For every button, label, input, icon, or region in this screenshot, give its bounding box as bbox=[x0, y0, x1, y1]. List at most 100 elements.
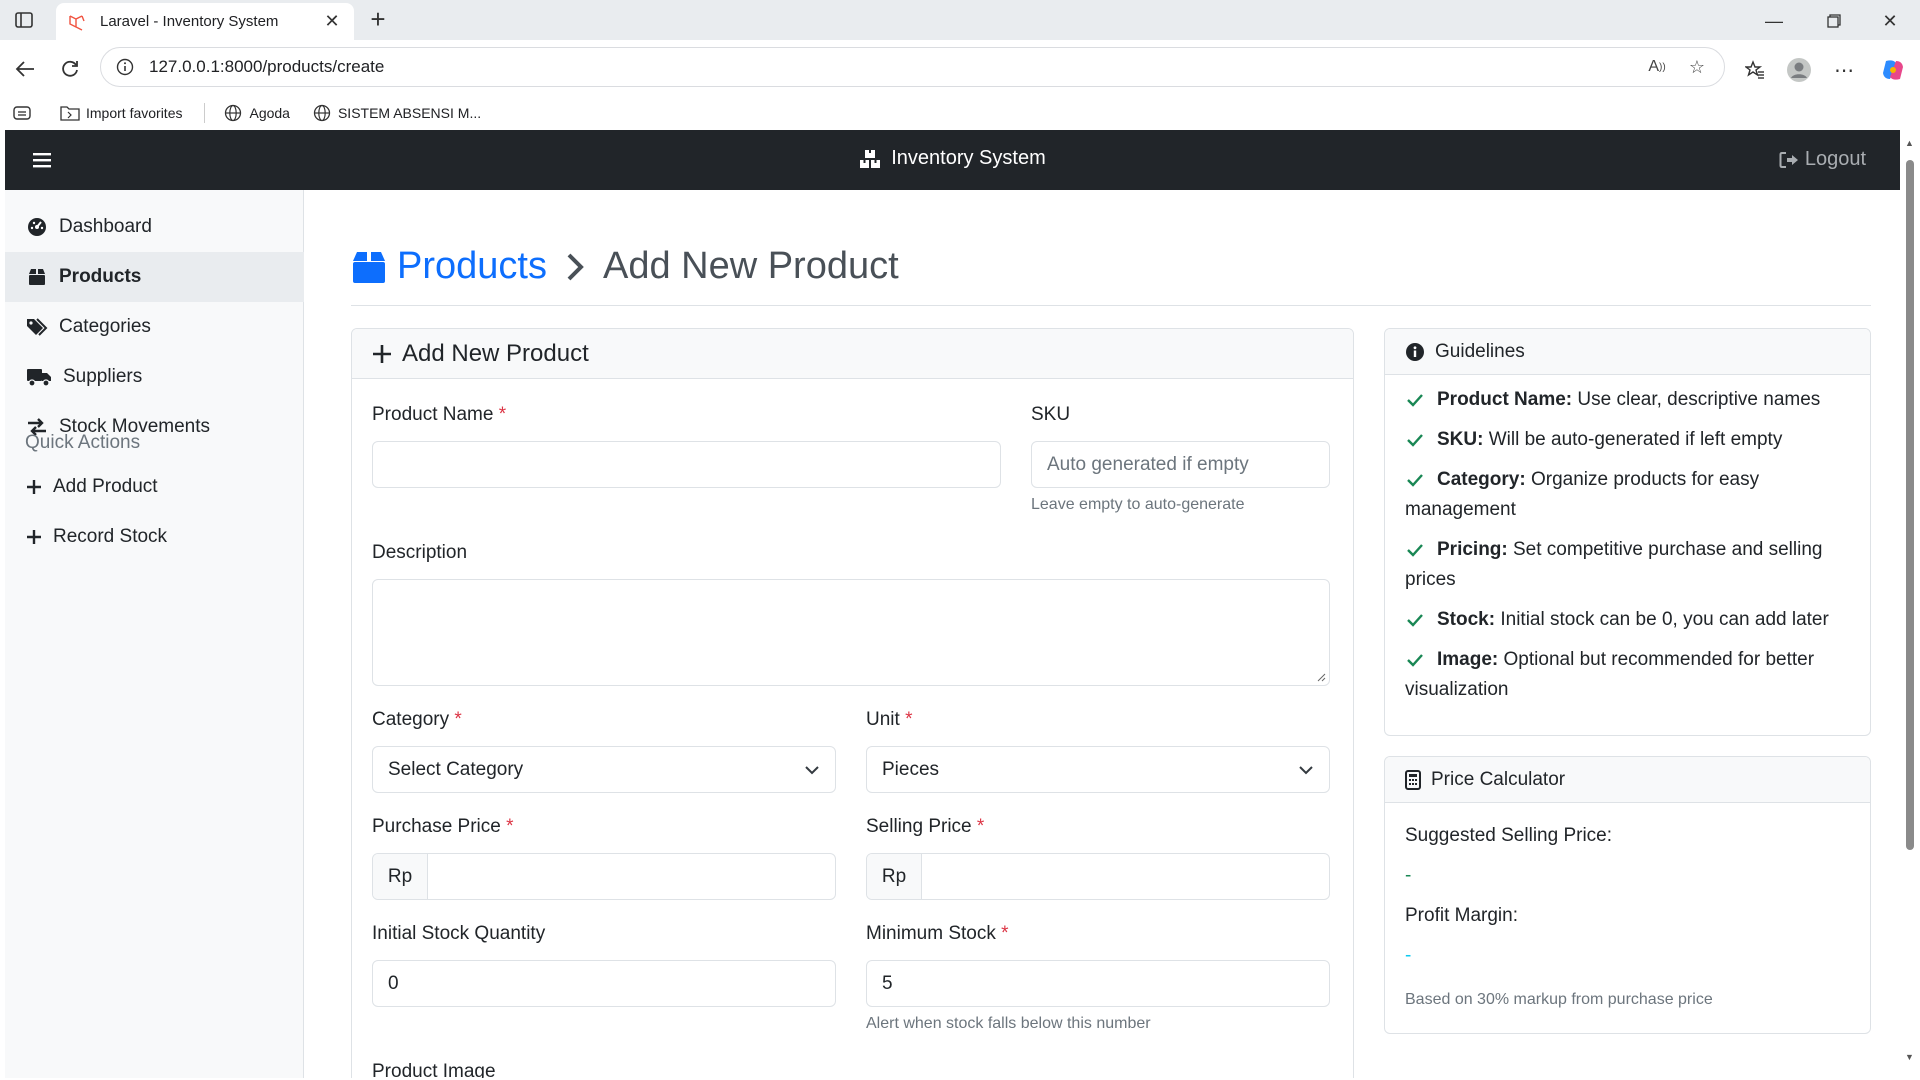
reload-icon[interactable] bbox=[55, 54, 85, 84]
product-name-label: Product Name * bbox=[372, 404, 507, 425]
top-navbar: Inventory System Logout bbox=[5, 130, 1900, 190]
divider bbox=[351, 305, 1871, 306]
quick-action-record-stock[interactable]: Record Stock bbox=[5, 512, 304, 562]
breadcrumb: Products Add New Product bbox=[351, 245, 899, 288]
calculator-icon bbox=[1405, 769, 1421, 790]
quick-actions-heading: Quick Actions bbox=[25, 432, 141, 453]
check-icon bbox=[1407, 614, 1423, 627]
check-icon bbox=[1407, 394, 1423, 407]
info-circle-icon bbox=[1405, 342, 1425, 362]
address-bar: 127.0.0.1:8000/products/create A)) ☆ ⋯ bbox=[0, 40, 1920, 96]
folder-icon bbox=[60, 104, 80, 122]
category-select[interactable]: Select Category bbox=[372, 746, 836, 793]
back-icon[interactable] bbox=[10, 54, 40, 84]
guidelines-header: Guidelines bbox=[1385, 329, 1870, 375]
quick-action-add-product[interactable]: Add Product bbox=[5, 462, 304, 512]
selling-price-label: Selling Price * bbox=[866, 816, 985, 837]
favorites-icon[interactable] bbox=[1738, 53, 1772, 87]
new-tab-button[interactable]: + bbox=[364, 6, 392, 34]
app-viewport: Inventory System Logout Dashboard Produc… bbox=[5, 130, 1900, 1078]
browser-tab[interactable]: Laravel - Inventory System ✕ bbox=[56, 3, 354, 40]
sidebar-item-label: Dashboard bbox=[59, 216, 152, 237]
quick-action-label: Record Stock bbox=[53, 526, 168, 547]
scrollbar-thumb[interactable] bbox=[1906, 160, 1914, 850]
sign-out-icon bbox=[1779, 151, 1799, 169]
minimum-stock-input[interactable]: 5 bbox=[866, 960, 1330, 1007]
profit-margin-label: Profit Margin: bbox=[1405, 905, 1518, 926]
price-calculator-card: Price Calculator Suggested Selling Price… bbox=[1384, 756, 1871, 1034]
selling-price-input[interactable] bbox=[922, 854, 1329, 899]
selling-price-group: Rp bbox=[866, 853, 1330, 900]
sidebar-item-categories[interactable]: Categories bbox=[5, 302, 304, 352]
tab-close-icon[interactable]: ✕ bbox=[322, 11, 342, 32]
sku-label: SKU bbox=[1031, 404, 1071, 425]
breadcrumb-products-link[interactable]: Products bbox=[351, 245, 547, 288]
scroll-down-icon[interactable]: ▼ bbox=[1905, 1052, 1914, 1062]
calculator-header: Price Calculator bbox=[1385, 757, 1870, 803]
sidebar-item-suppliers[interactable]: Suppliers bbox=[5, 352, 304, 402]
bookmark-sistem-absensi[interactable]: SISTEM ABSENSI M... bbox=[312, 104, 481, 122]
site-info-icon[interactable] bbox=[115, 57, 135, 77]
restore-icon[interactable] bbox=[1806, 6, 1862, 36]
initial-stock-input[interactable]: 0 bbox=[372, 960, 836, 1007]
form-title: Add New Product bbox=[402, 339, 589, 367]
description-textarea[interactable] bbox=[372, 579, 1330, 686]
purchase-price-label: Purchase Price * bbox=[372, 816, 514, 837]
suggested-price-value: - bbox=[1405, 865, 1412, 886]
sidebar: Dashboard Products Categories Suppliers … bbox=[5, 190, 304, 1078]
guideline-item: SKU: Will be auto-generated if left empt… bbox=[1405, 425, 1855, 455]
minimum-stock-help-text: Alert when stock falls below this number bbox=[866, 1015, 1151, 1032]
unit-select[interactable]: Pieces bbox=[866, 746, 1330, 793]
guideline-item: Pricing: Set competitive purchase and se… bbox=[1405, 539, 1823, 590]
logout-link[interactable]: Logout bbox=[1779, 148, 1866, 171]
sku-input[interactable]: Auto generated if empty bbox=[1031, 441, 1330, 488]
page-title: Add New Product bbox=[602, 245, 899, 287]
sidebar-item-dashboard[interactable]: Dashboard bbox=[5, 202, 304, 252]
brand-title: Inventory System bbox=[891, 147, 1046, 169]
sidebar-item-label: Suppliers bbox=[63, 366, 143, 387]
laravel-icon bbox=[68, 13, 86, 31]
purchase-price-group: Rp bbox=[372, 853, 836, 900]
guidelines-list: Product Name: Use clear, descriptive nam… bbox=[1405, 385, 1855, 715]
url-field[interactable]: 127.0.0.1:8000/products/create A)) ☆ bbox=[100, 47, 1725, 87]
chevron-down-icon bbox=[804, 759, 820, 781]
bookmark-label: Import favorites bbox=[86, 105, 183, 121]
minimize-icon[interactable]: — bbox=[1746, 6, 1802, 36]
currency-addon: Rp bbox=[373, 854, 428, 899]
favorite-star-icon[interactable]: ☆ bbox=[1684, 54, 1710, 80]
resize-handle-icon[interactable] bbox=[1316, 672, 1326, 682]
initial-stock-label: Initial Stock Quantity bbox=[372, 923, 546, 944]
unit-label: Unit * bbox=[866, 709, 913, 730]
purchase-price-input[interactable] bbox=[428, 854, 835, 899]
description-label: Description bbox=[372, 542, 468, 563]
guidelines-title: Guidelines bbox=[1435, 340, 1525, 362]
sidebar-item-products[interactable]: Products bbox=[5, 252, 304, 302]
bookmark-agoda[interactable]: Agoda bbox=[223, 104, 290, 122]
guideline-item: Stock: Initial stock can be 0, you can a… bbox=[1405, 605, 1855, 635]
reading-view-icon[interactable] bbox=[12, 104, 38, 122]
globe-icon bbox=[223, 104, 243, 122]
copilot-icon[interactable] bbox=[1876, 53, 1910, 87]
guideline-item: Product Name: Use clear, descriptive nam… bbox=[1405, 385, 1855, 415]
window-close-icon[interactable]: ✕ bbox=[1862, 6, 1918, 36]
browser-tab-bar: Laravel - Inventory System ✕ + — ✕ bbox=[0, 0, 1920, 40]
bookmark-import-favorites[interactable]: Import favorites bbox=[60, 104, 182, 122]
more-options-icon[interactable]: ⋯ bbox=[1827, 53, 1861, 87]
calculator-title: Price Calculator bbox=[1431, 768, 1566, 790]
brand[interactable]: Inventory System bbox=[5, 147, 1900, 170]
url-text[interactable]: 127.0.0.1:8000/products/create bbox=[149, 57, 1630, 77]
plus-icon bbox=[25, 479, 43, 495]
boxes-icon bbox=[859, 149, 881, 169]
category-label: Category * bbox=[372, 709, 462, 730]
profile-avatar[interactable] bbox=[1782, 53, 1816, 87]
dashboard-icon bbox=[25, 217, 49, 237]
page-scrollbar[interactable]: ▲ ▼ bbox=[1900, 130, 1920, 1080]
scroll-up-icon[interactable]: ▲ bbox=[1905, 138, 1914, 148]
check-icon bbox=[1407, 544, 1423, 557]
product-name-input[interactable] bbox=[372, 441, 1001, 488]
tab-title: Laravel - Inventory System bbox=[100, 13, 279, 30]
read-aloud-icon[interactable]: A)) bbox=[1644, 54, 1670, 80]
sidebar-toggle-icon[interactable] bbox=[12, 9, 36, 31]
box-icon bbox=[351, 249, 387, 285]
bookmark-label: Agoda bbox=[249, 105, 290, 121]
